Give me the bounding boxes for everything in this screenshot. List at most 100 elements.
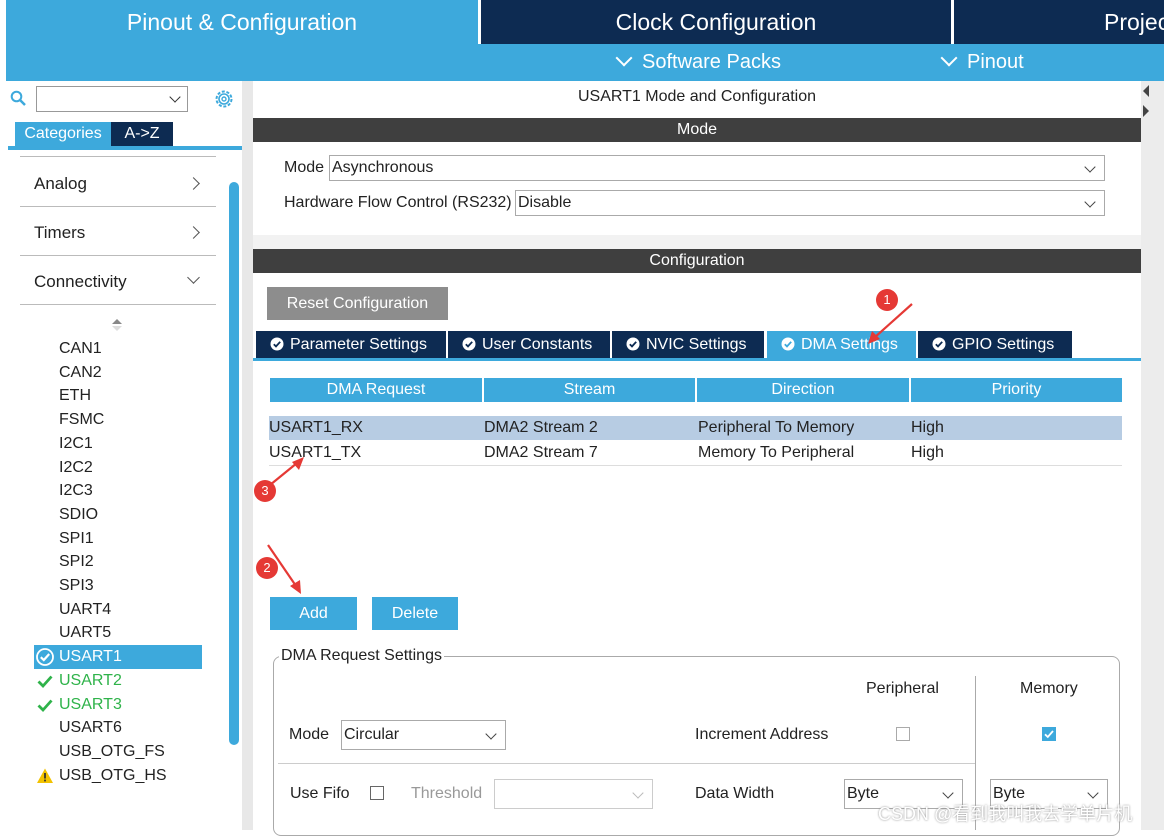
table-row[interactable]: USART1_RX DMA2 Stream 2 Peripheral To Me… [269, 416, 1122, 440]
peripheral-spi2[interactable]: SPI2 [34, 550, 202, 574]
peripheral-usart3[interactable]: USART3 [34, 693, 202, 717]
category-timers[interactable]: Timers [20, 210, 216, 256]
delete-button[interactable]: Delete [372, 597, 458, 630]
hardware-flow-control-select[interactable]: Disable [515, 190, 1105, 216]
increment-address-label: Increment Address [695, 726, 829, 743]
peripheral-label: I2C1 [59, 434, 93, 452]
dma-request-settings-legend: DMA Request Settings [279, 647, 444, 665]
peripheral-label: SPI1 [59, 529, 94, 547]
tab-a-to-z[interactable]: A->Z [111, 122, 173, 146]
tab-clock-configuration[interactable]: Clock Configuration [481, 0, 951, 44]
gear-icon[interactable] [212, 87, 236, 111]
tab-pinout-configuration[interactable]: Pinout & Configuration [6, 0, 478, 44]
peripheral-fsmc[interactable]: FSMC [34, 408, 202, 432]
chevron-down-icon [1084, 161, 1096, 173]
table-cell: USART1_RX [269, 419, 363, 436]
peripheral-eth[interactable]: ETH [34, 384, 202, 408]
search-input[interactable] [36, 86, 188, 112]
peripheral-usb-otg-hs[interactable]: USB_OTG_HS [34, 764, 202, 788]
peripheral-spi1[interactable]: SPI1 [34, 527, 202, 551]
table-cell: Memory To Peripheral [698, 444, 855, 461]
chevron-down-icon [940, 49, 958, 67]
peripheral-label: USART1 [59, 648, 122, 666]
category-analog[interactable]: Analog [20, 161, 216, 207]
column-header-stream[interactable]: Stream [484, 378, 695, 402]
chevron-down-icon [169, 91, 181, 103]
annotation-marker-3: 3 [254, 480, 276, 502]
chevron-down-icon [1084, 196, 1096, 208]
peripheral-usart6[interactable]: USART6 [34, 716, 202, 740]
peripheral-data-width-value: Byte [847, 785, 880, 802]
table-row[interactable]: USART1_TX DMA2 Stream 7 Memory To Periph… [269, 441, 1122, 466]
chevron-down-icon [485, 728, 497, 740]
table-cell: DMA2 Stream 7 [484, 444, 598, 461]
tab-categories[interactable]: Categories [15, 122, 111, 146]
peripheral-can2[interactable]: CAN2 [34, 361, 202, 385]
tab-nvic-settings[interactable]: NVIC Settings [612, 331, 764, 358]
peripheral-usart1[interactable]: USART1 [34, 645, 202, 669]
threshold-select[interactable] [494, 779, 653, 809]
peripheral-i2c1[interactable]: I2C1 [34, 432, 202, 456]
table-cell: Peripheral To Memory [698, 419, 855, 436]
right-panel-edge [1141, 81, 1164, 830]
peripheral-label: USB_OTG_FS [59, 742, 165, 760]
tab-project-manager[interactable]: Project Manager [954, 0, 1164, 44]
sidebar-scrollbar[interactable] [229, 182, 239, 745]
watermark: CSDN @看到我叫我去学单片机 [878, 804, 1133, 824]
configuration-section-header: Configuration [253, 249, 1141, 273]
sort-icon[interactable] [111, 318, 123, 332]
tab-gpio-settings[interactable]: GPIO Settings [918, 331, 1072, 358]
peripheral-label: UART4 [59, 600, 112, 618]
peripheral-spi3[interactable]: SPI3 [34, 574, 202, 598]
annotation-marker-2: 2 [256, 557, 278, 579]
peripheral-column-label: Peripheral [866, 680, 939, 697]
chevron-right-icon [187, 177, 200, 190]
peripheral-sdio[interactable]: SDIO [34, 503, 202, 527]
software-packs-menu[interactable]: Software Packs [615, 44, 781, 81]
chevron-down-icon [1087, 787, 1099, 799]
category-label: Connectivity [34, 272, 127, 291]
peripheral-usart2[interactable]: USART2 [34, 669, 202, 693]
chevron-down-icon [632, 787, 644, 799]
peripheral-label: FSMC [59, 411, 105, 429]
peripheral-label: I2C3 [59, 482, 93, 500]
use-fifo-checkbox[interactable] [370, 786, 384, 800]
add-button[interactable]: Add [270, 597, 357, 630]
check-icon [37, 699, 53, 712]
panel-splitter[interactable] [242, 81, 253, 830]
peripheral-can1[interactable]: CAN1 [34, 337, 202, 361]
memory-increment-checkbox[interactable] [1042, 727, 1056, 741]
peripheral-uart4[interactable]: UART4 [34, 598, 202, 622]
column-header-priority[interactable]: Priority [911, 378, 1122, 402]
reset-configuration-button[interactable]: Reset Configuration [267, 287, 448, 320]
memory-column-label: Memory [1020, 680, 1078, 697]
peripheral-usb-otg-fs[interactable]: USB_OTG_FS [34, 740, 202, 764]
search-icon[interactable] [10, 90, 26, 106]
collapse-arrows-icon[interactable] [1141, 83, 1151, 119]
peripheral-i2c2[interactable]: I2C2 [34, 456, 202, 480]
tab-label: GPIO Settings [952, 336, 1055, 353]
check-circle-icon [781, 337, 795, 351]
dma-mode-label: Mode [289, 726, 330, 743]
dma-mode-select[interactable]: Circular [341, 720, 506, 750]
column-header-direction[interactable]: Direction [697, 378, 909, 402]
peripheral-label: SPI2 [59, 553, 94, 571]
tab-user-constants[interactable]: User Constants [448, 331, 610, 358]
category-connectivity[interactable]: Connectivity [20, 259, 216, 305]
table-cell: DMA2 Stream 2 [484, 419, 598, 436]
peripheral-i2c3[interactable]: I2C3 [34, 479, 202, 503]
sub-navigation: Software Packs Pinout [6, 44, 1164, 81]
check-circle-icon [36, 648, 54, 666]
tab-label: User Constants [482, 336, 593, 353]
tab-dma-settings[interactable]: DMA Settings [767, 331, 916, 358]
warning-icon [37, 768, 53, 783]
mode-section-header: Mode [253, 118, 1141, 142]
peripheral-increment-checkbox[interactable] [896, 727, 910, 741]
tab-parameter-settings[interactable]: Parameter Settings [256, 331, 446, 358]
pinout-menu[interactable]: Pinout [940, 44, 1024, 81]
peripheral-label: UART5 [59, 624, 112, 642]
column-header-dma-request[interactable]: DMA Request [270, 378, 482, 402]
peripheral-uart5[interactable]: UART5 [34, 621, 202, 645]
peripheral-label: USART6 [59, 719, 122, 737]
mode-select[interactable]: Asynchronous [329, 155, 1105, 181]
